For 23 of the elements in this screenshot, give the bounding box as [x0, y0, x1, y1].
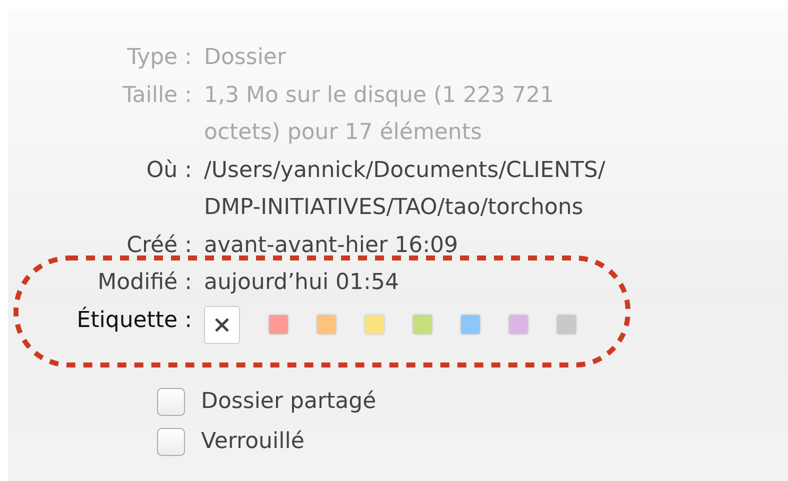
field-value: Dossier: [204, 44, 288, 72]
color-label-swatch[interactable]: [413, 315, 432, 334]
field-value: avant-avant-hier 16:09: [204, 232, 460, 260]
close-icon: [214, 316, 230, 332]
field-label: Créé :: [126, 232, 192, 260]
color-label-swatch[interactable]: [461, 315, 480, 334]
field-label: Où :: [145, 156, 192, 184]
field-label: Type :: [126, 44, 192, 72]
field-label: Taille :: [121, 82, 192, 110]
color-label-swatch[interactable]: [509, 315, 528, 334]
checkbox-label: Verrouillé: [201, 429, 304, 454]
color-label-swatch[interactable]: [557, 315, 576, 334]
checkbox[interactable]: [157, 428, 185, 456]
color-label-swatch[interactable]: [269, 315, 288, 334]
no-label-swatch[interactable]: [204, 306, 240, 344]
field-label: Modifié :: [96, 269, 192, 297]
field-value: aujourd’hui 01:54: [204, 269, 400, 297]
checkbox[interactable]: [157, 388, 185, 416]
field-label: Étiquette :: [76, 306, 192, 334]
color-label-swatch[interactable]: [365, 315, 384, 334]
color-label-swatch[interactable]: [317, 315, 336, 334]
checkbox-label: Dossier partagé: [201, 389, 376, 414]
field-value: 1,3 Mo sur le disque (1 223 721 octets) pour 17 éléments: [204, 82, 556, 147]
